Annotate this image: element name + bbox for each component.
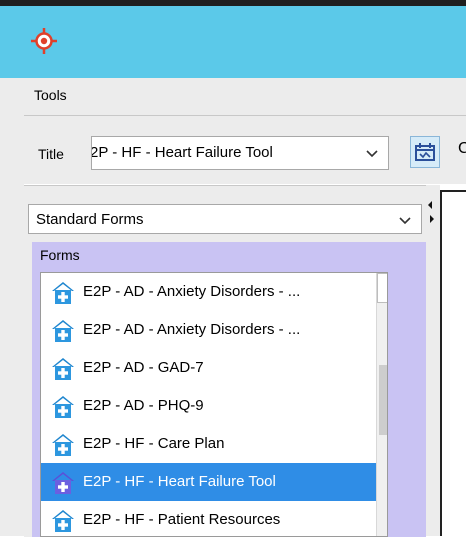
forms-category-value: Standard Forms — [36, 211, 144, 228]
title-dropdown[interactable]: E2P - HF - Heart Failure Tool — [91, 136, 389, 170]
title-label: Title — [38, 146, 64, 162]
form-list-item[interactable]: E2P - AD - GAD-7 — [41, 349, 387, 387]
panel-splitter[interactable] — [426, 185, 440, 536]
form-content-pane — [440, 190, 466, 536]
forms-group-label: Forms — [40, 247, 80, 263]
edit-calendar-icon — [415, 143, 435, 161]
home-plus-icon — [52, 282, 74, 304]
forms-panel: Standard Forms Forms E2P - AD - Anxiety … — [24, 185, 426, 537]
menu-bar: Tools — [24, 78, 466, 116]
form-list-item[interactable]: E2P - AD - Anxiety Disorders - ... — [41, 273, 387, 311]
grip-icon — [379, 365, 388, 435]
window-left-frame — [0, 78, 24, 536]
window-titlebar — [0, 0, 466, 78]
form-list-item[interactable]: E2P - AD - PHQ-9 — [41, 387, 387, 425]
edit-calendar-button[interactable] — [410, 136, 440, 168]
forms-groupbox: Forms E2P - AD - Anxiety Disorders - ...… — [32, 242, 426, 537]
forms-list-scrollbar[interactable] — [376, 273, 388, 536]
form-list-item[interactable]: E2P - HF - Patient Resources — [41, 501, 387, 536]
home-plus-icon — [52, 320, 74, 342]
form-list-item-label: E2P - HF - Patient Resources — [83, 511, 281, 528]
form-list-item-label: E2P - AD - Anxiety Disorders - ... — [83, 321, 301, 338]
forms-list: E2P - AD - Anxiety Disorders - ... E2P - … — [40, 272, 388, 537]
form-list-item-label: E2P - AD - GAD-7 — [83, 359, 204, 376]
title-dropdown-value: E2P - HF - Heart Failure Tool — [91, 144, 273, 161]
toolbar-truncated-label: C — [458, 140, 466, 157]
chevron-down-icon — [399, 217, 411, 225]
form-list-item-label: E2P - HF - Heart Failure Tool — [83, 473, 276, 490]
form-list-item-label: E2P - HF - Care Plan — [83, 435, 225, 452]
form-list-item-label: E2P - AD - PHQ-9 — [83, 397, 204, 414]
window-top-border — [0, 0, 466, 6]
scrollbar-thumb[interactable] — [379, 365, 388, 435]
form-list-item[interactable]: E2P - HF - Care Plan — [41, 425, 387, 463]
form-list-item[interactable]: E2P - AD - Anxiety Disorders - ... — [41, 311, 387, 349]
form-list-item-label: E2P - AD - Anxiety Disorders - ... — [83, 283, 301, 300]
scroll-up-button[interactable] — [377, 273, 388, 303]
chevron-up-icon — [378, 274, 388, 302]
home-plus-icon — [52, 472, 74, 494]
chevron-down-icon — [366, 150, 378, 158]
toolbar: Title E2P - HF - Heart Failure Tool C — [24, 116, 466, 184]
home-plus-icon — [52, 510, 74, 532]
menu-item-tools[interactable]: Tools — [34, 87, 67, 103]
home-plus-icon — [52, 358, 74, 380]
forms-category-dropdown[interactable]: Standard Forms — [28, 204, 422, 234]
home-plus-icon — [52, 434, 74, 456]
form-list-item[interactable]: E2P - HF - Heart Failure Tool — [41, 463, 387, 501]
crosshair-target-icon — [31, 28, 57, 54]
home-plus-icon — [52, 396, 74, 418]
